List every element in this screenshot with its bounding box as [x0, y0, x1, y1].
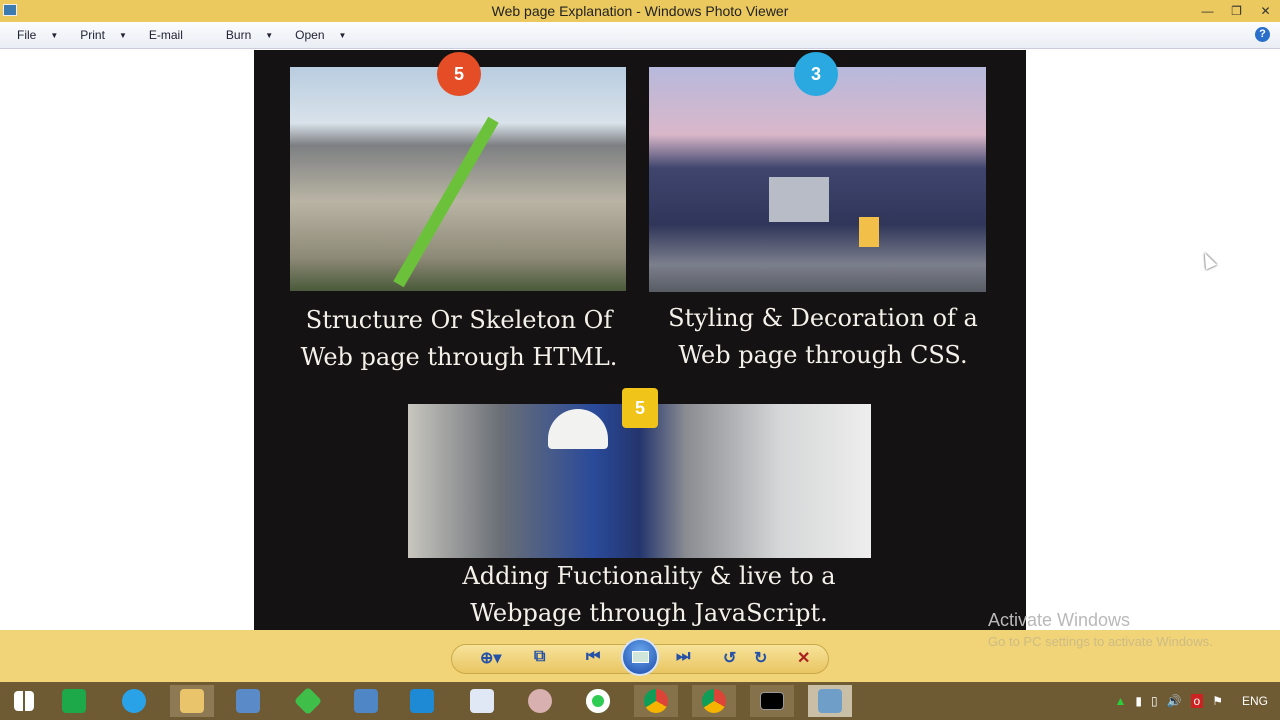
zoom-icon[interactable]: ⊕▾ — [480, 648, 501, 668]
rotate-clockwise-icon[interactable]: ↻ — [754, 648, 767, 668]
html-caption: Structure Or Skeleton Of Web page through… — [274, 302, 644, 376]
chrome-icon-2[interactable] — [692, 685, 736, 717]
menu-label: Print — [80, 28, 105, 42]
whatsapp-icon[interactable] — [576, 685, 620, 717]
menu-file[interactable]: File ▼ — [17, 28, 58, 42]
close-button[interactable]: ✕ — [1251, 0, 1280, 22]
action-center-flag-icon[interactable]: ⚑ — [1212, 694, 1223, 708]
battery-icon[interactable]: ▯ — [1151, 694, 1158, 708]
caption-line: Web page through HTML. — [300, 343, 618, 371]
actual-size-icon[interactable]: ⧉ — [534, 648, 545, 666]
slideshow-button[interactable] — [621, 638, 659, 676]
maximize-button[interactable]: ❐ — [1222, 0, 1251, 22]
html5-logo-icon: 5 — [437, 52, 481, 96]
menu-bar: File ▼ Print ▼ E-mail Burn ▼ Open ▼ ? — [0, 22, 1280, 49]
snipping-tool-icon[interactable] — [518, 685, 562, 717]
command-prompt-icon[interactable] — [750, 685, 794, 717]
delete-icon[interactable]: ✕ — [797, 648, 810, 668]
help-icon[interactable]: ? — [1255, 27, 1270, 42]
menu-label: Burn — [225, 28, 252, 42]
js-caption: Adding Fuctionality & live to a Webpage t… — [434, 558, 864, 632]
volume-icon[interactable]: 🔊 — [1167, 694, 1182, 708]
photo-viewer-icon — [3, 4, 17, 16]
menu-email[interactable]: E-mail — [149, 28, 183, 42]
caption-line: Webpage through JavaScript. — [470, 599, 828, 627]
next-icon[interactable]: ⏭ — [676, 648, 690, 666]
menu-label: File — [17, 28, 37, 42]
store-icon[interactable] — [52, 685, 96, 717]
chrome-icon[interactable] — [634, 685, 678, 717]
wordpad-icon[interactable] — [460, 685, 504, 717]
app-tray-icon[interactable]: ▲ — [1114, 694, 1126, 708]
caption-line: Web page through CSS. — [678, 341, 968, 369]
rotate-counterclockwise-icon[interactable]: ↺ — [723, 648, 736, 668]
caption-line: Structure Or Skeleton Of — [305, 306, 613, 334]
menu-burn[interactable]: Burn ▼ — [226, 28, 273, 42]
js-logo-icon: 5 — [622, 388, 658, 428]
file-explorer-icon[interactable] — [170, 685, 214, 717]
chevron-down-icon: ▼ — [50, 30, 59, 40]
css-house-photo — [649, 67, 986, 292]
start-button[interactable] — [2, 685, 46, 717]
minimize-button[interactable]: — — [1193, 0, 1222, 22]
window-title: Web page Explanation - Windows Photo Vie… — [491, 3, 789, 19]
language-indicator[interactable]: ENG — [1242, 694, 1268, 708]
app-icon[interactable] — [344, 685, 388, 717]
activate-windows-title: Activate Windows — [988, 610, 1131, 630]
photo-viewer-task-icon[interactable] — [808, 685, 852, 717]
menu-print[interactable]: Print ▼ — [80, 28, 127, 42]
security-icon[interactable]: o — [1190, 694, 1204, 708]
menu-open[interactable]: Open ▼ — [295, 28, 346, 42]
title-bar: Web page Explanation - Windows Photo Vie… — [0, 0, 1280, 22]
chevron-down-icon: ▼ — [265, 30, 274, 40]
css-caption: Styling & Decoration of a Web page throug… — [638, 300, 1008, 374]
activate-windows-subtitle: Go to PC settings to activate Windows. — [988, 634, 1213, 649]
menu-label: E-mail — [148, 28, 183, 42]
network-icon[interactable]: ▮ — [1135, 694, 1142, 708]
css3-logo-icon: 3 — [794, 52, 838, 96]
chevron-down-icon: ▼ — [118, 30, 127, 40]
remote-desktop-icon[interactable] — [226, 685, 270, 717]
html-construction-photo — [290, 67, 626, 291]
menu-label: Open — [295, 28, 325, 42]
previous-icon[interactable]: ⏮ — [586, 648, 600, 666]
vscode-icon[interactable] — [400, 685, 444, 717]
gem-app-icon[interactable] — [286, 685, 330, 717]
caption-line: Adding Fuctionality & live to a — [462, 562, 836, 590]
system-tray: ▲ ▮ ▯ 🔊 o ⚑ ENG — [1114, 682, 1268, 720]
slideshow-icon — [632, 651, 649, 663]
caption-line: Styling & Decoration of a — [668, 304, 978, 332]
taskbar: ▲ ▮ ▯ 🔊 o ⚑ ENG — [0, 682, 1280, 720]
chevron-down-icon: ▼ — [338, 30, 347, 40]
displayed-image: 5 3 Structure Or Skeleton Of Web page thr… — [254, 50, 1026, 630]
internet-explorer-icon[interactable] — [112, 685, 156, 717]
